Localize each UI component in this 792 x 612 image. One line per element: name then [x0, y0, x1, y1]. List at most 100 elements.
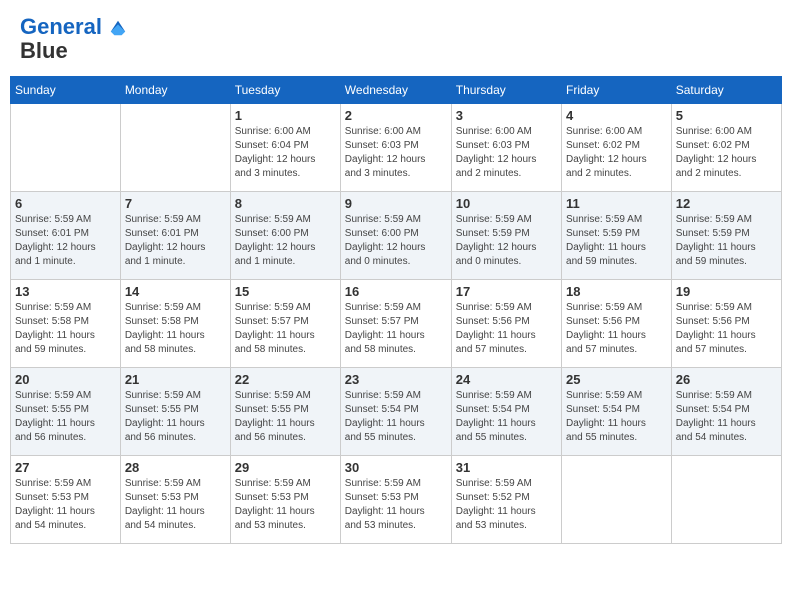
day-info: Sunrise: 5:59 AM Sunset: 6:01 PM Dayligh…	[125, 213, 226, 269]
calendar-body: 1 Sunrise: 6:00 AM Sunset: 6:04 PM Daylig…	[11, 104, 782, 544]
calendar-cell: 24 Sunrise: 5:59 AM Sunset: 5:54 PM Dayli…	[451, 368, 561, 456]
calendar-cell: 3 Sunrise: 6:00 AM Sunset: 6:03 PM Daylig…	[451, 104, 561, 192]
day-info: Sunrise: 5:59 AM Sunset: 5:59 PM Dayligh…	[566, 213, 667, 269]
day-info: Sunrise: 5:59 AM Sunset: 5:54 PM Dayligh…	[456, 389, 557, 445]
day-info: Sunrise: 5:59 AM Sunset: 5:59 PM Dayligh…	[456, 213, 557, 269]
calendar-week-row: 13 Sunrise: 5:59 AM Sunset: 5:58 PM Dayli…	[11, 280, 782, 368]
calendar-cell: 1 Sunrise: 6:00 AM Sunset: 6:04 PM Daylig…	[230, 104, 340, 192]
calendar-cell: 19 Sunrise: 5:59 AM Sunset: 5:56 PM Dayli…	[671, 280, 781, 368]
day-number: 11	[566, 196, 667, 211]
day-number: 3	[456, 108, 557, 123]
day-number: 25	[566, 372, 667, 387]
calendar-week-row: 6 Sunrise: 5:59 AM Sunset: 6:01 PM Daylig…	[11, 192, 782, 280]
day-number: 7	[125, 196, 226, 211]
calendar-cell: 2 Sunrise: 6:00 AM Sunset: 6:03 PM Daylig…	[340, 104, 451, 192]
calendar-table: SundayMondayTuesdayWednesdayThursdayFrid…	[10, 76, 782, 544]
day-number: 15	[235, 284, 336, 299]
logo-text: General	[20, 15, 127, 39]
day-info: Sunrise: 5:59 AM Sunset: 5:58 PM Dayligh…	[125, 301, 226, 357]
calendar-cell: 30 Sunrise: 5:59 AM Sunset: 5:53 PM Dayli…	[340, 456, 451, 544]
calendar-cell: 15Sunrise: 5:59 AM Sunset: 5:57 PM Dayli…	[230, 280, 340, 368]
day-number: 13	[15, 284, 116, 299]
day-number: 5	[676, 108, 777, 123]
calendar-week-row: 27 Sunrise: 5:59 AM Sunset: 5:53 PM Dayli…	[11, 456, 782, 544]
calendar-cell: 14 Sunrise: 5:59 AM Sunset: 5:58 PM Dayli…	[120, 280, 230, 368]
day-number: 30	[345, 460, 447, 475]
day-info: Sunrise: 5:59 AM Sunset: 5:56 PM Dayligh…	[566, 301, 667, 357]
calendar-cell: 22 Sunrise: 5:59 AM Sunset: 5:55 PM Dayli…	[230, 368, 340, 456]
day-number: 17	[456, 284, 557, 299]
day-number: 19	[676, 284, 777, 299]
day-number: 2	[345, 108, 447, 123]
calendar-cell: 17 Sunrise: 5:59 AM Sunset: 5:56 PM Dayli…	[451, 280, 561, 368]
day-number: 29	[235, 460, 336, 475]
day-info: Sunrise: 5:59 AM Sunset: 5:55 PM Dayligh…	[15, 389, 116, 445]
day-info: Sunrise: 5:59 AM Sunset: 6:00 PM Dayligh…	[235, 213, 336, 269]
day-number: 1	[235, 108, 336, 123]
day-number: 18	[566, 284, 667, 299]
logo: General Blue	[20, 15, 127, 63]
weekday-header: Monday	[120, 77, 230, 104]
day-info: Sunrise: 5:59 AM Sunset: 5:54 PM Dayligh…	[345, 389, 447, 445]
calendar-cell: 21 Sunrise: 5:59 AM Sunset: 5:55 PM Dayli…	[120, 368, 230, 456]
calendar-cell: 7 Sunrise: 5:59 AM Sunset: 6:01 PM Daylig…	[120, 192, 230, 280]
day-info: Sunrise: 5:59 AM Sunset: 5:56 PM Dayligh…	[456, 301, 557, 357]
day-info: Sunrise: 6:00 AM Sunset: 6:02 PM Dayligh…	[566, 125, 667, 181]
day-number: 21	[125, 372, 226, 387]
weekday-header: Thursday	[451, 77, 561, 104]
logo-line2: Blue	[20, 39, 127, 63]
day-info: Sunrise: 5:59 AM Sunset: 5:55 PM Dayligh…	[125, 389, 226, 445]
weekday-header: Saturday	[671, 77, 781, 104]
day-info: Sunrise: 6:00 AM Sunset: 6:03 PM Dayligh…	[456, 125, 557, 181]
calendar-cell: 26Sunrise: 5:59 AM Sunset: 5:54 PM Dayli…	[671, 368, 781, 456]
calendar-cell: 5 Sunrise: 6:00 AM Sunset: 6:02 PM Daylig…	[671, 104, 781, 192]
calendar-cell: 4 Sunrise: 6:00 AM Sunset: 6:02 PM Daylig…	[562, 104, 672, 192]
calendar-cell: 29 Sunrise: 5:59 AM Sunset: 5:53 PM Dayli…	[230, 456, 340, 544]
day-number: 4	[566, 108, 667, 123]
calendar-cell: 31 Sunrise: 5:59 AM Sunset: 5:52 PM Dayli…	[451, 456, 561, 544]
day-number: 8	[235, 196, 336, 211]
calendar-cell: 23 Sunrise: 5:59 AM Sunset: 5:54 PM Dayli…	[340, 368, 451, 456]
calendar-cell: 25 Sunrise: 5:59 AM Sunset: 5:54 PM Dayli…	[562, 368, 672, 456]
day-number: 12	[676, 196, 777, 211]
day-number: 6	[15, 196, 116, 211]
day-info: Sunrise: 5:59 AM Sunset: 5:54 PM Dayligh…	[676, 389, 777, 445]
calendar-week-row: 1 Sunrise: 6:00 AM Sunset: 6:04 PM Daylig…	[11, 104, 782, 192]
day-info: Sunrise: 5:59 AM Sunset: 5:54 PM Dayligh…	[566, 389, 667, 445]
day-info: Sunrise: 5:59 AM Sunset: 5:56 PM Dayligh…	[676, 301, 777, 357]
calendar-cell: 12 Sunrise: 5:59 AM Sunset: 5:59 PM Dayli…	[671, 192, 781, 280]
day-info: Sunrise: 5:59 AM Sunset: 5:59 PM Dayligh…	[676, 213, 777, 269]
weekday-header: Tuesday	[230, 77, 340, 104]
day-info: Sunrise: 5:59 AM Sunset: 6:01 PM Dayligh…	[15, 213, 116, 269]
day-number: 27	[15, 460, 116, 475]
day-number: 23	[345, 372, 447, 387]
day-info: Sunrise: 6:00 AM Sunset: 6:03 PM Dayligh…	[345, 125, 447, 181]
day-info: Sunrise: 5:59 AM Sunset: 5:53 PM Dayligh…	[235, 477, 336, 533]
day-number: 16	[345, 284, 447, 299]
calendar-cell: 18 Sunrise: 5:59 AM Sunset: 5:56 PM Dayli…	[562, 280, 672, 368]
day-info: Sunrise: 5:59 AM Sunset: 5:52 PM Dayligh…	[456, 477, 557, 533]
day-number: 22	[235, 372, 336, 387]
calendar-cell: 28Sunrise: 5:59 AM Sunset: 5:53 PM Dayli…	[120, 456, 230, 544]
calendar-cell	[11, 104, 121, 192]
day-number: 14	[125, 284, 226, 299]
calendar-cell	[562, 456, 672, 544]
day-info: Sunrise: 5:59 AM Sunset: 5:57 PM Dayligh…	[345, 301, 447, 357]
day-number: 24	[456, 372, 557, 387]
day-info: Sunrise: 5:59 AM Sunset: 5:58 PM Dayligh…	[15, 301, 116, 357]
day-info: Sunrise: 6:00 AM Sunset: 6:04 PM Dayligh…	[235, 125, 336, 181]
day-number: 31	[456, 460, 557, 475]
day-info: Sunrise: 5:59 AM Sunset: 6:00 PM Dayligh…	[345, 213, 447, 269]
calendar-cell: 16 Sunrise: 5:59 AM Sunset: 5:57 PM Dayli…	[340, 280, 451, 368]
calendar-cell	[671, 456, 781, 544]
day-info: Sunrise: 6:00 AM Sunset: 6:02 PM Dayligh…	[676, 125, 777, 181]
weekday-header: Wednesday	[340, 77, 451, 104]
day-info: Sunrise: 5:59 AM Sunset: 5:53 PM Dayligh…	[345, 477, 447, 533]
day-info: Sunrise: 5:59 AM Sunset: 5:55 PM Dayligh…	[235, 389, 336, 445]
weekday-header: Friday	[562, 77, 672, 104]
calendar-cell: 6 Sunrise: 5:59 AM Sunset: 6:01 PM Daylig…	[11, 192, 121, 280]
day-number: 9	[345, 196, 447, 211]
calendar-cell: 20Sunrise: 5:59 AM Sunset: 5:55 PM Dayli…	[11, 368, 121, 456]
calendar-cell	[120, 104, 230, 192]
calendar-cell: 27Sunrise: 5:59 AM Sunset: 5:53 PM Dayli…	[11, 456, 121, 544]
